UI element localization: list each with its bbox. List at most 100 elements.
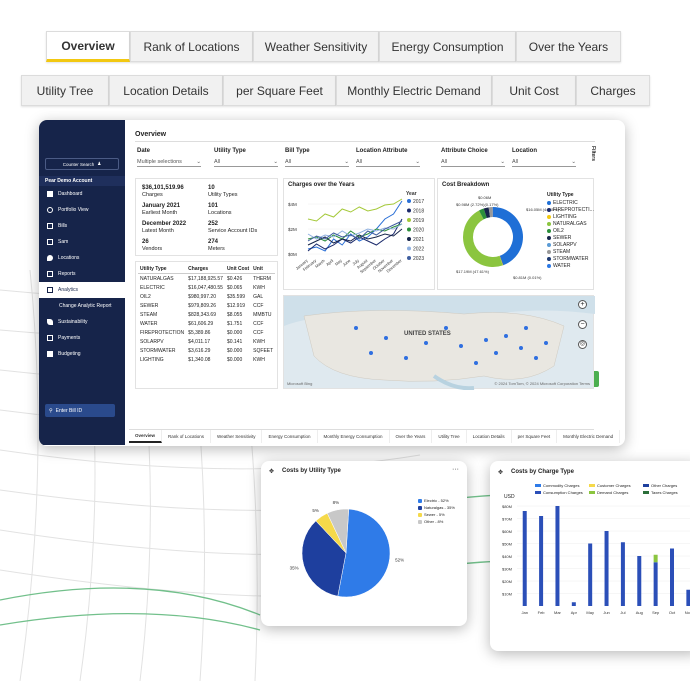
- page-tab[interactable]: Utility Tree: [432, 430, 467, 443]
- tab-weather-sensitivity[interactable]: Weather Sensitivity: [253, 31, 379, 62]
- sidebar-item-budgeting[interactable]: Budgeting: [39, 346, 125, 362]
- legend-label: SEWER: [553, 234, 572, 241]
- page-tab[interactable]: Monthly Electric Demand: [557, 430, 621, 443]
- page-tab[interactable]: Weather Sensitivity: [211, 430, 263, 443]
- legend-item[interactable]: SEWER: [547, 234, 594, 241]
- tab-over-the-years[interactable]: Over the Years: [516, 31, 621, 62]
- legend-item[interactable]: OIL2: [547, 227, 594, 234]
- legend-dot: [407, 199, 411, 203]
- sidebar-item-payments[interactable]: Payments: [39, 330, 125, 346]
- bar-apr-consumption: [571, 602, 576, 606]
- map-location-marker[interactable]: [524, 326, 528, 330]
- page-tab[interactable]: Overview: [129, 430, 163, 443]
- counter-search-button[interactable]: Counter Search ♟: [45, 158, 119, 170]
- map-location-marker[interactable]: [494, 351, 498, 355]
- filter-attribute-choice[interactable]: Attribute Choice All ⌄: [441, 148, 505, 167]
- tab-unit-cost[interactable]: Unit Cost: [492, 75, 576, 106]
- page-tab[interactable]: Rank of Locations: [162, 430, 212, 443]
- pie-legend-item[interactable]: Electric - 52%: [418, 497, 455, 504]
- map-location-marker[interactable]: [354, 326, 358, 330]
- table-row[interactable]: ELECTRIC $16,047,480.55 $0.065 KWH: [138, 283, 275, 292]
- sidebar-item-locations[interactable]: Locations: [39, 250, 125, 266]
- legend-item[interactable]: ELECTRIC: [547, 199, 594, 206]
- table-row[interactable]: OIL2 $980,997.20 $35.599 GAL: [138, 292, 275, 301]
- legend-item[interactable]: STORMWATER: [547, 255, 594, 262]
- table-row[interactable]: FIREPROTECTION $5,389.86 $0.000 CCF: [138, 328, 275, 337]
- sidebar-item-sustainability[interactable]: Sustainability: [39, 314, 125, 330]
- chevron-down-icon: ⌄: [196, 159, 201, 165]
- filter-date[interactable]: Date Multiple selections ⌄: [137, 148, 201, 167]
- legend-item[interactable]: SOLARPV: [547, 241, 594, 248]
- tab-overview[interactable]: Overview: [46, 31, 130, 62]
- legend-item[interactable]: LIGHTING: [547, 213, 594, 220]
- sidebar-item-bills[interactable]: Bills: [39, 218, 125, 234]
- locations-map[interactable]: UNITED STATES + − ◎ Microsoft Bing © 202…: [283, 295, 595, 390]
- page-tab[interactable]: per Square Feet: [512, 430, 558, 443]
- sidebar-item-portfolio[interactable]: Portfolio View: [39, 202, 125, 218]
- filter-location-attribute[interactable]: Location Attribute All ⌄: [356, 148, 420, 167]
- sidebar-item-analytics[interactable]: Analytics: [39, 282, 125, 298]
- tab-energy-consumption[interactable]: Energy Consumption: [379, 31, 516, 62]
- table-row[interactable]: WATER $61,606.29 $1.751 CCF: [138, 319, 275, 328]
- pie-legend-item[interactable]: Sewer - 5%: [418, 511, 455, 518]
- table-row[interactable]: NATURALGAS $17,188,925.57 $0.426 THERM: [138, 274, 275, 284]
- table-row[interactable]: LIGHTING $1,340.08 $0.000 KWH: [138, 355, 275, 364]
- filter-utility-type[interactable]: Utility Type All ⌄: [214, 148, 278, 167]
- table-row[interactable]: SEWER $979,809.26 $12.919 CCF: [138, 301, 275, 310]
- filter-location[interactable]: Location All ⌄: [512, 148, 576, 167]
- tab-rank-of-locations[interactable]: Rank of Locations: [130, 31, 253, 62]
- map-location-marker[interactable]: [484, 338, 488, 342]
- tab-utility-tree[interactable]: Utility Tree: [21, 75, 109, 106]
- legend-label: ELECTRIC: [553, 199, 578, 206]
- pie-legend-item[interactable]: Other - 8%: [418, 518, 455, 525]
- table-row[interactable]: SOLARPV $4,011.17 $0.141 KWH: [138, 337, 275, 346]
- pie-legend-item[interactable]: Naturalgas - 35%: [418, 504, 455, 511]
- table-header[interactable]: Unit: [251, 264, 276, 274]
- tab-per-square-feet[interactable]: per Square Feet: [223, 75, 336, 106]
- table-header[interactable]: Utility Type: [138, 264, 187, 274]
- map-location-marker[interactable]: [519, 346, 523, 350]
- legend-item[interactable]: WATER: [547, 262, 594, 269]
- filters-pane-toggle[interactable]: Filters: [586, 146, 596, 161]
- map-location-marker[interactable]: [504, 334, 508, 338]
- map-location-marker[interactable]: [384, 336, 388, 340]
- page-tab[interactable]: Over the Years: [390, 430, 433, 443]
- page-tab[interactable]: Unit: [620, 430, 625, 443]
- legend-item[interactable]: STEAM: [547, 248, 594, 255]
- table-cell: $1.751: [226, 320, 243, 327]
- legend-item[interactable]: FIREPROTECTI...: [547, 206, 594, 213]
- page-tab[interactable]: Location Details: [467, 430, 512, 443]
- tab-charges[interactable]: Charges: [576, 75, 650, 106]
- pie-legend: Electric - 52% Naturalgas - 35% Sewer - 5%…: [418, 497, 455, 525]
- sidebar-item-sam[interactable]: Sam: [39, 234, 125, 250]
- locate-icon[interactable]: ◎: [578, 340, 587, 349]
- zoom-out-icon[interactable]: −: [578, 320, 587, 329]
- page-tab[interactable]: Monthly Energy Consumption: [318, 430, 390, 443]
- bar-aug-consumption: [637, 556, 642, 606]
- map-location-marker[interactable]: [459, 344, 463, 348]
- sidebar-item-change-analytic-report[interactable]: Change Analytic Report: [39, 298, 125, 314]
- map-location-marker[interactable]: [369, 351, 373, 355]
- table-cell: WATER: [140, 320, 158, 327]
- table-header[interactable]: Unit Cost: [224, 264, 252, 274]
- sidebar-item-reports[interactable]: Reports: [39, 266, 125, 282]
- table-row[interactable]: STEAM $828,343.69 $8.055 MMBTU: [138, 310, 275, 319]
- filter-bill-type[interactable]: Bill Type All ⌄: [285, 148, 349, 167]
- map-location-marker[interactable]: [474, 361, 478, 365]
- map-location-marker[interactable]: [424, 341, 428, 345]
- page-tab[interactable]: Energy Consumption: [262, 430, 318, 443]
- map-location-marker[interactable]: [444, 326, 448, 330]
- table-header[interactable]: Charges: [186, 264, 225, 274]
- legend-item[interactable]: NATURALGAS: [547, 220, 594, 227]
- tab-monthly-electric-demand[interactable]: Monthly Electric Demand: [336, 75, 492, 106]
- map-location-marker[interactable]: [544, 341, 548, 345]
- sidebar-item-dashboard[interactable]: Dashboard: [39, 186, 125, 202]
- map-location-marker[interactable]: [404, 356, 408, 360]
- table-row[interactable]: STORMWATER $3,616.29 $0.000 SQFEET: [138, 346, 275, 355]
- map-location-marker[interactable]: [534, 356, 538, 360]
- bill-id-search[interactable]: ⚲ Enter Bill ID: [45, 404, 115, 417]
- zoom-in-icon[interactable]: +: [578, 300, 587, 309]
- legend-label: WATER: [553, 262, 571, 269]
- table-cell: MMBTU: [253, 311, 272, 318]
- tab-location-details[interactable]: Location Details: [109, 75, 223, 106]
